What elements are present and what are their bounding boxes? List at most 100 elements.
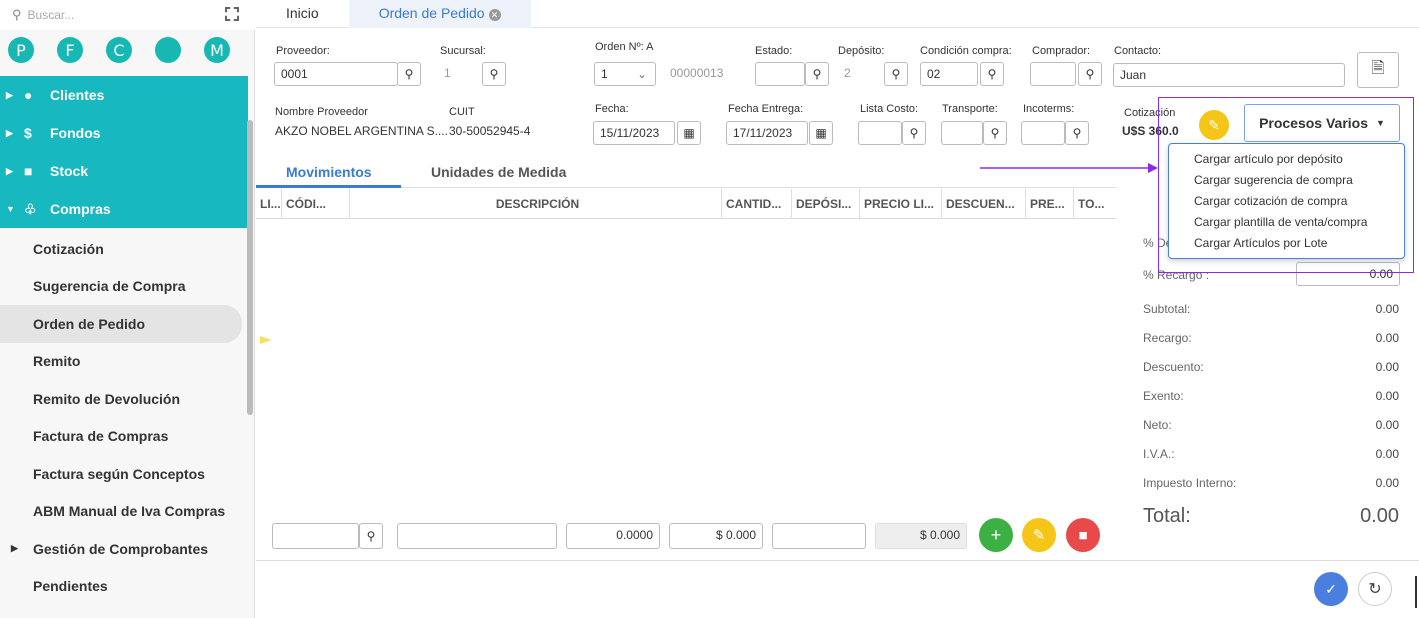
- orden-select[interactable]: 1 ⌄: [594, 62, 656, 86]
- quick-c-button[interactable]: C: [106, 37, 132, 63]
- chevron-down-icon: ⌄: [636, 67, 647, 81]
- incoterms-label: Incoterms:: [1023, 103, 1075, 115]
- menu-item-cargar-deposito[interactable]: Cargar artículo por depósito: [1169, 149, 1404, 170]
- tab-label: Orden de Pedido: [378, 4, 485, 21]
- estado-input[interactable]: [755, 62, 805, 86]
- menu-item-clientes[interactable]: ▶ ● Clientes: [0, 76, 248, 114]
- submenu-cotizacion[interactable]: Cotización: [0, 230, 242, 268]
- search-icon[interactable]: ⚲: [980, 62, 1004, 86]
- submenu-factura-compras[interactable]: Factura de Compras: [0, 418, 242, 456]
- fecha-input[interactable]: 15/11/2023: [593, 121, 675, 145]
- search-icon[interactable]: ⚲: [1078, 62, 1102, 86]
- descripcion-entry[interactable]: [397, 523, 557, 549]
- confirm-button[interactable]: ✓: [1314, 572, 1348, 606]
- neto-value: 0.00: [1375, 418, 1399, 432]
- col-linea[interactable]: LI...: [256, 188, 282, 219]
- menu-item-cargar-sugerencia[interactable]: Cargar sugerencia de compra: [1169, 170, 1404, 191]
- add-item-button[interactable]: +: [979, 518, 1013, 552]
- iva-label: I.V.A.:: [1143, 447, 1175, 461]
- search-icon: ⚲: [12, 7, 22, 22]
- compras-submenu: Cotización Sugerencia de Compra Orden de…: [0, 230, 242, 605]
- menu-item-cargar-lote[interactable]: Cargar Artículos por Lote: [1169, 233, 1404, 254]
- precio-entry[interactable]: $ 0.000: [669, 523, 763, 549]
- lista-costo-input[interactable]: [858, 121, 902, 145]
- menu-item-compras[interactable]: ▼ ♧ Compras: [0, 190, 248, 228]
- close-icon[interactable]: ✕: [488, 8, 501, 21]
- col-codigo[interactable]: CÓDI...: [282, 188, 350, 219]
- fecha-entrega-label: Fecha Entrega:: [728, 103, 804, 115]
- menu-item-stock[interactable]: ▶ ■ Stock: [0, 152, 248, 190]
- refresh-button[interactable]: ↻: [1358, 572, 1392, 606]
- search-input[interactable]: Buscar...: [28, 8, 75, 22]
- window-edge: [1415, 576, 1417, 608]
- cart-icon: ♧: [24, 200, 37, 217]
- exento-label: Exento:: [1143, 389, 1184, 403]
- fecha-entrega-input[interactable]: 17/11/2023: [726, 121, 808, 145]
- quick-f-button[interactable]: F: [57, 37, 83, 63]
- search-icon[interactable]: ⚲: [1065, 121, 1089, 145]
- transporte-label: Transporte:: [942, 103, 998, 115]
- submenu-remito[interactable]: Remito: [0, 343, 242, 381]
- proveedor-input[interactable]: 0001: [274, 62, 398, 86]
- tab-movimientos[interactable]: Movimientos: [286, 164, 372, 180]
- submenu-sugerencia[interactable]: Sugerencia de Compra: [0, 268, 242, 306]
- recargo-label: Recargo:: [1143, 331, 1192, 345]
- sidebar-scrollbar[interactable]: [247, 120, 253, 415]
- submenu-orden-pedido[interactable]: Orden de Pedido: [0, 305, 242, 343]
- total-entry: $ 0.000: [875, 523, 967, 549]
- submenu-remito-devolucion[interactable]: Remito de Devolución: [0, 380, 242, 418]
- col-total[interactable]: TO...: [1074, 189, 1116, 219]
- incoterms-input[interactable]: [1021, 121, 1065, 145]
- submenu-pendientes[interactable]: Pendientes: [0, 568, 242, 606]
- menu-item-cargar-plantilla[interactable]: Cargar plantilla de venta/compra: [1169, 212, 1404, 233]
- contacto-input[interactable]: Juan: [1113, 63, 1345, 87]
- descuento-entry[interactable]: [772, 523, 866, 549]
- search-icon[interactable]: ⚲: [983, 121, 1007, 145]
- search-icon[interactable]: ⚲: [884, 62, 908, 86]
- tab-orden-pedido[interactable]: Orden de Pedido ✕: [348, 0, 531, 28]
- quick-blank-button[interactable]: [155, 37, 181, 63]
- col-deposito[interactable]: DEPÓSI...: [792, 188, 860, 219]
- col-descuento[interactable]: DESCUEN...: [942, 188, 1026, 219]
- tab-inicio[interactable]: Inicio: [256, 0, 349, 28]
- search-icon[interactable]: ⚲: [805, 62, 829, 86]
- sucursal-label: Sucursal:: [440, 45, 486, 57]
- quick-p-button[interactable]: P: [8, 37, 34, 63]
- comprador-input[interactable]: [1030, 62, 1076, 86]
- codigo-entry[interactable]: [272, 523, 359, 549]
- menu-item-fondos[interactable]: ▶ $ Fondos: [0, 114, 248, 152]
- menu-item-cargar-cotizacion[interactable]: Cargar cotización de compra: [1169, 191, 1404, 212]
- fecha-label: Fecha:: [595, 103, 629, 115]
- sucursal-input[interactable]: 1: [438, 62, 478, 86]
- delete-item-button[interactable]: ■: [1066, 518, 1100, 552]
- submenu-factura-conceptos[interactable]: Factura según Conceptos: [0, 455, 242, 493]
- caret-right-icon: ▶: [6, 165, 13, 176]
- search-bar[interactable]: ⚲ Buscar...: [0, 0, 255, 30]
- expand-icon[interactable]: [225, 7, 239, 21]
- col-cantidad[interactable]: CANTID...: [722, 188, 792, 219]
- col-precio-lista[interactable]: PRECIO LI...: [860, 188, 942, 219]
- search-icon[interactable]: ⚲: [397, 62, 421, 86]
- edit-item-button[interactable]: ✎: [1022, 518, 1056, 552]
- calendar-icon[interactable]: ▦: [809, 121, 833, 145]
- recargo-value: 0.00: [1375, 331, 1399, 345]
- tab-unidades[interactable]: Unidades de Medida: [431, 164, 566, 180]
- col-descripcion[interactable]: DESCRIPCIÓN: [350, 188, 722, 219]
- col-precio[interactable]: PRE...: [1026, 188, 1074, 219]
- quick-m-button[interactable]: M: [204, 37, 230, 63]
- submenu-abm-iva[interactable]: ABM Manual de Iva Compras: [0, 493, 242, 531]
- search-icon[interactable]: ⚲: [482, 62, 506, 86]
- submenu-gestion[interactable]: ▶ Gestión de Comprobantes: [0, 530, 242, 568]
- condicion-input[interactable]: 02: [920, 62, 978, 86]
- search-icon[interactable]: ⚲: [902, 121, 926, 145]
- calendar-icon[interactable]: ▦: [677, 121, 701, 145]
- transporte-input[interactable]: [941, 121, 983, 145]
- cantidad-entry[interactable]: 0.0000: [566, 523, 660, 549]
- items-table-header: LI... CÓDI... DESCRIPCIÓN CANTID... DEPÓ…: [256, 188, 1116, 219]
- deposito-input[interactable]: 2: [838, 62, 878, 86]
- document-icon[interactable]: 🗎: [1357, 52, 1399, 88]
- deposito-label: Depósito:: [838, 45, 885, 57]
- exento-value: 0.00: [1375, 389, 1399, 403]
- menu-label: Stock: [50, 163, 89, 179]
- search-icon[interactable]: ⚲: [359, 523, 383, 549]
